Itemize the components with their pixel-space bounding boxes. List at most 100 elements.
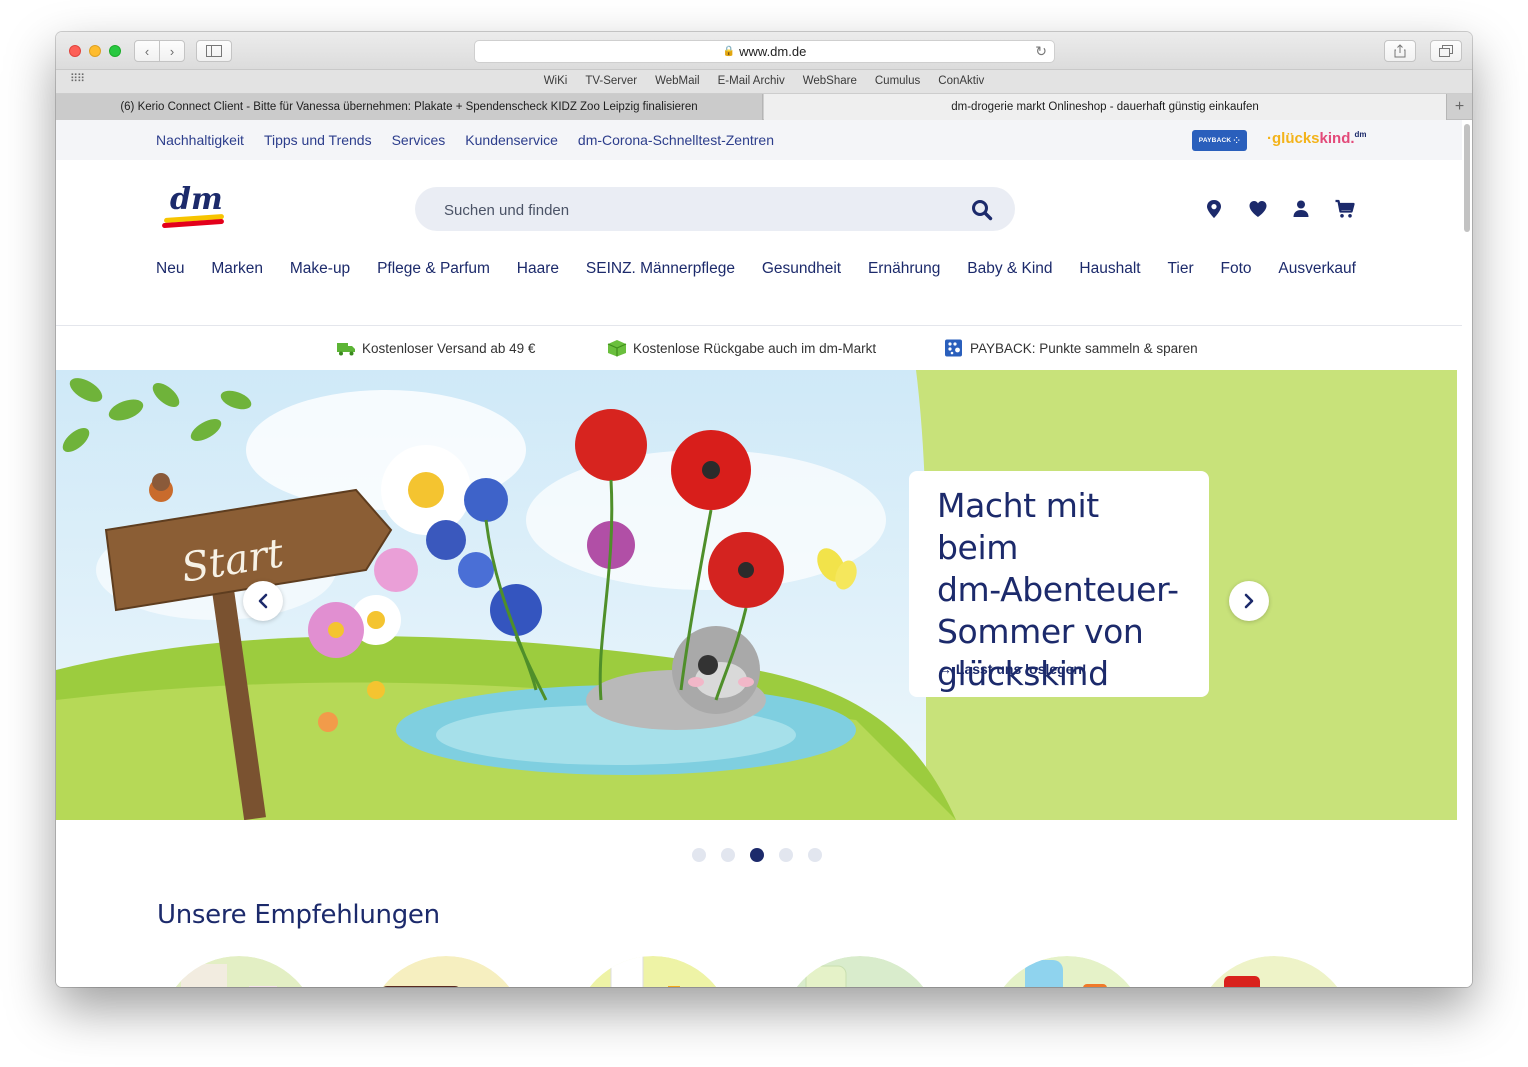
favorite-link[interactable]: ConAktiv — [936, 75, 986, 87]
nav-item-pflege-parfum[interactable]: Pflege & Parfum — [377, 260, 490, 278]
nav-item-tier[interactable]: Tier — [1167, 260, 1193, 278]
favorites-bar: ⠿⠿ WiKi TV-Server WebMail E-Mail Archiv … — [56, 70, 1472, 94]
carousel-next-button[interactable] — [1229, 581, 1269, 621]
nav-item-baby-kind[interactable]: Baby & Kind — [967, 260, 1052, 278]
site-header: dm Neu Marken Make-up Pflege & Parfum Ha… — [56, 160, 1462, 294]
hero-cta-link[interactable]: → Lasst uns loslegen! — [938, 661, 1087, 677]
glueckskind-logo-part1: ·glücks — [1267, 130, 1320, 147]
usp-text: Kostenlose Rückgabe auch im dm-Markt — [633, 340, 877, 356]
usp-free-shipping[interactable]: Kostenloser Versand ab 49 € — [336, 339, 535, 357]
section-title: Unsere Empfehlungen — [157, 900, 440, 930]
share-icon — [1394, 44, 1406, 58]
favorite-link[interactable]: E-Mail Archiv — [716, 75, 787, 87]
recommendation-item[interactable] — [159, 956, 319, 987]
recommendations-row — [159, 956, 1359, 987]
page-scrollbar[interactable] — [1462, 122, 1471, 986]
hero-title-line: Sommer von — [937, 612, 1144, 651]
carousel-dot[interactable] — [721, 848, 735, 862]
product-image — [382, 956, 510, 987]
search-icon[interactable] — [971, 199, 993, 221]
product-image — [796, 956, 924, 987]
glueckskind-dm-badge: dm — [1354, 130, 1367, 139]
nav-item-seinz[interactable]: SEINZ. Männerpflege — [586, 260, 735, 278]
service-link-corona[interactable]: dm-Corona-Schnelltest-Zentren — [578, 132, 774, 148]
tab-bar: (6) Kerio Connect Client - Bitte für Van… — [56, 94, 1472, 120]
nav-item-neu[interactable]: Neu — [156, 260, 184, 278]
truck-icon — [337, 343, 355, 356]
hero-teaser-card[interactable]: Macht mit beim dm-Abenteuer- Sommer von … — [909, 471, 1209, 697]
service-link-kundenservice[interactable]: Kundenservice — [465, 132, 558, 148]
user-icon[interactable] — [1290, 198, 1312, 220]
browser-window: ‹ › 🔒 www.dm.de ↻ ⠿⠿ WiKi TV-Server WebM… — [56, 32, 1472, 987]
recommendation-item[interactable] — [573, 956, 733, 987]
payback-logo[interactable]: PAYBACK ⁘ — [1192, 130, 1247, 151]
tab-title: (6) Kerio Connect Client - Bitte für Van… — [120, 101, 698, 113]
heart-icon[interactable] — [1247, 198, 1269, 220]
carousel-prev-button[interactable] — [243, 581, 283, 621]
favorite-link[interactable]: Cumulus — [873, 75, 922, 87]
service-link-tipps[interactable]: Tipps und Trends — [264, 132, 372, 148]
forward-button[interactable]: › — [159, 40, 185, 62]
service-link-nachhaltigkeit[interactable]: Nachhaltigkeit — [156, 132, 244, 148]
nav-item-gesundheit[interactable]: Gesundheit — [762, 260, 841, 278]
new-tab-button[interactable]: + — [1446, 94, 1472, 120]
usp-free-return[interactable]: Kostenlose Rückgabe auch im dm-Markt — [607, 339, 876, 357]
box-icon — [607, 340, 627, 357]
share-button[interactable] — [1384, 40, 1416, 62]
zoom-window-button[interactable] — [109, 45, 121, 57]
search-bar — [415, 187, 1015, 231]
lock-icon: 🔒 — [722, 46, 736, 57]
back-button[interactable]: ‹ — [134, 40, 160, 62]
nav-item-foto[interactable]: Foto — [1220, 260, 1251, 278]
browser-tab[interactable]: (6) Kerio Connect Client - Bitte für Van… — [56, 94, 763, 120]
hero-banner[interactable]: Start Macht mit beim dm-Abenteuer- Somme… — [56, 370, 1457, 820]
service-link-services[interactable]: Services — [392, 132, 446, 148]
favorite-link[interactable]: WebShare — [801, 75, 859, 87]
usp-payback[interactable]: PAYBACK: Punkte sammeln & sparen — [944, 339, 1198, 357]
show-tabs-button[interactable] — [1430, 40, 1462, 62]
nav-item-ernaehrung[interactable]: Ernährung — [868, 260, 940, 278]
sidebar-toggle-button[interactable] — [196, 40, 232, 62]
carousel-dot[interactable] — [692, 848, 706, 862]
payback-dots-icon: ⁘ — [1233, 136, 1241, 145]
chevron-right-icon: › — [169, 43, 175, 59]
recommendation-item[interactable] — [366, 956, 526, 987]
carousel-pagination — [692, 848, 822, 862]
nav-item-haare[interactable]: Haare — [517, 260, 559, 278]
sidebar-icon — [206, 45, 222, 57]
address-bar[interactable]: 🔒 www.dm.de ↻ — [474, 40, 1055, 63]
minimize-window-button[interactable] — [89, 45, 101, 57]
close-window-button[interactable] — [69, 45, 81, 57]
dm-logo[interactable]: dm — [161, 182, 226, 230]
recommendation-item[interactable] — [987, 956, 1147, 987]
carousel-dot[interactable] — [808, 848, 822, 862]
nav-item-make-up[interactable]: Make-up — [290, 260, 350, 278]
browser-tab-active[interactable]: dm-drogerie markt Onlineshop - dauerhaft… — [764, 94, 1446, 120]
hero-title-line: Macht mit beim — [937, 486, 1099, 567]
favorite-link[interactable]: WiKi — [542, 75, 570, 87]
favorite-link[interactable]: WebMail — [653, 75, 702, 87]
product-image — [1003, 956, 1131, 987]
location-pin-icon[interactable] — [1203, 198, 1225, 220]
carousel-dot-active[interactable] — [750, 848, 764, 862]
tabs-overview-icon — [1439, 45, 1453, 57]
favorite-link[interactable]: TV-Server — [583, 75, 639, 87]
recommendation-item[interactable] — [780, 956, 940, 987]
cart-icon[interactable] — [1334, 198, 1356, 220]
search-input[interactable] — [444, 199, 944, 221]
category-nav: Neu Marken Make-up Pflege & Parfum Haare… — [156, 260, 1356, 278]
chevron-right-icon — [1244, 593, 1254, 609]
carousel-dot[interactable] — [779, 848, 793, 862]
service-bar: Nachhaltigkeit Tipps und Trends Services… — [56, 120, 1462, 160]
nav-item-ausverkauf[interactable]: Ausverkauf — [1278, 260, 1356, 278]
chevron-left-icon — [258, 593, 268, 609]
reload-icon[interactable]: ↻ — [1035, 43, 1047, 60]
scrollbar-thumb[interactable] — [1464, 124, 1470, 232]
nav-item-haushalt[interactable]: Haushalt — [1079, 260, 1140, 278]
recommendation-item[interactable] — [1194, 956, 1354, 987]
nav-item-marken[interactable]: Marken — [211, 260, 263, 278]
usp-bar: Kostenloser Versand ab 49 € Kostenlose R… — [56, 325, 1462, 370]
glueckskind-logo-part2: kind. — [1319, 130, 1355, 147]
plus-icon: + — [1454, 98, 1465, 115]
glueckskind-logo[interactable]: ·glückskind.dm — [1267, 130, 1367, 147]
